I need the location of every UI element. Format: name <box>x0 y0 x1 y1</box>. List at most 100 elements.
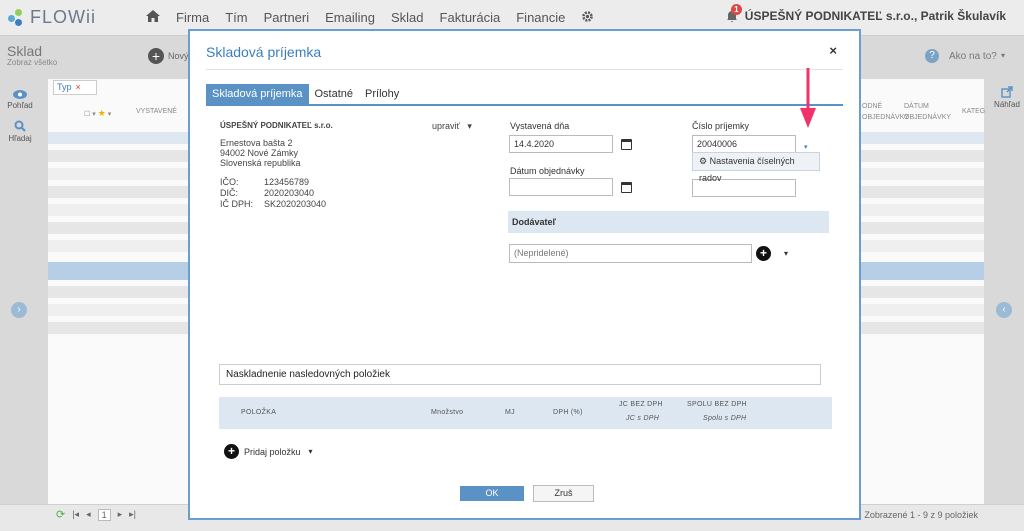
column-r1[interactable]: ODNÉ <box>862 103 882 110</box>
view-label: Pohľad <box>7 101 33 110</box>
user-menu[interactable]: 1 ÚSPEŠNÝ PODNIKATEĽ s.r.o., Patrik Škul… <box>725 4 1006 23</box>
tab-attachments[interactable]: Prílohy <box>359 84 405 104</box>
icdph-label: IČ DPH: <box>220 199 254 209</box>
notification-badge: 1 <box>730 4 742 15</box>
order-date-field[interactable] <box>509 178 613 196</box>
menu-partneri[interactable]: Partneri <box>264 10 310 25</box>
edit-company-button[interactable]: upraviť ▾ <box>432 121 472 132</box>
pager: ⟳ |◂ ◂ 1 ▸ ▸| <box>56 508 136 521</box>
col-unit: MJ <box>505 409 515 416</box>
menu-emailing[interactable]: Emailing <box>325 10 375 25</box>
supplier-header: Dodávateľ <box>508 211 829 233</box>
chevron-down-icon[interactable]: ▾ <box>804 143 808 151</box>
plus-icon: + <box>224 444 239 459</box>
calendar-icon[interactable] <box>621 139 632 150</box>
col-total: SPOLU BEZ DPH <box>687 401 747 408</box>
company-ids: IČO: 123456789 DIČ: 2020203040 IČ DPH: SK20… <box>220 177 326 210</box>
external-link-icon <box>1001 86 1013 98</box>
edit-label: upraviť <box>432 121 460 131</box>
ico-value: 123456789 <box>264 177 310 187</box>
menu-fakturacia[interactable]: Fakturácia <box>440 10 501 25</box>
shown-count: Zobrazené 1 - 9 z 9 položiek <box>864 510 978 520</box>
company-address: Ernestova bašta 2 94002 Nové Zámky Slove… <box>220 138 301 168</box>
logo[interactable]: FLOWii <box>8 7 96 28</box>
menu-firma[interactable]: Firma <box>176 10 209 25</box>
col-vat: DPH (%) <box>553 409 583 416</box>
dic-value: 2020203040 <box>264 188 315 198</box>
order-date-label: Dátum objednávky <box>510 166 585 176</box>
add-supplier-button[interactable]: + <box>756 246 771 261</box>
column-r3[interactable]: KATEG <box>962 108 985 115</box>
caret-down-icon: ▾ <box>467 121 472 131</box>
number-settings-menu[interactable]: ⚙ Nastavenia číselných radov <box>692 152 820 183</box>
view-button[interactable]: Pohľad <box>0 90 40 110</box>
column-r2[interactable]: DÁTUM <box>904 103 929 110</box>
search-icon <box>14 120 26 132</box>
issued-date-field[interactable]: 14.4.2020 <box>509 135 613 153</box>
issued-label: Vystavená dňa <box>510 121 570 131</box>
column-r1b[interactable]: OBJEDNÁVKY <box>862 114 909 121</box>
checkbox-header[interactable]: ☐ ▾ ★ ▾ <box>84 108 111 119</box>
receipt-number-field[interactable]: 20040006 <box>692 135 796 153</box>
ok-button[interactable]: OK <box>460 486 524 501</box>
menu-financie[interactable]: Financie <box>516 10 565 25</box>
refresh-icon[interactable]: ⟳ <box>56 508 65 521</box>
filter-chip-type[interactable]: Typ × <box>53 80 97 95</box>
new-label[interactable]: Nový <box>168 51 189 61</box>
menu-tim[interactable]: Tím <box>225 10 247 25</box>
chevron-left-icon[interactable]: ‹ <box>996 302 1012 318</box>
page-number[interactable]: 1 <box>97 508 111 521</box>
search-label: Hľadaj <box>8 134 32 143</box>
ico-label: IČO: <box>220 177 239 187</box>
help-label[interactable]: Ako na to? <box>949 51 997 62</box>
dic-label: DIČ: <box>220 188 238 198</box>
prev-page-icon[interactable]: ◂ <box>86 509 91 520</box>
next-page-icon[interactable]: ▸ <box>118 509 123 520</box>
main-menu: Firma Tím Partneri Emailing Sklad Faktur… <box>146 10 594 25</box>
add-item-button[interactable]: + Pridaj položku ▾ <box>224 444 313 459</box>
col-unit-price-vat: JC s DPH <box>626 415 660 422</box>
left-toolbar: Pohľad Hľadaj <box>0 80 40 504</box>
logo-text: FLOWii <box>30 7 96 27</box>
gear-icon: ⚙ <box>699 156 708 166</box>
column-issued[interactable]: VYSTAVENÉ <box>136 108 177 115</box>
tab-receipt[interactable]: Skladová príjemka <box>206 84 309 104</box>
col-qty: Množstvo <box>431 409 464 416</box>
new-button[interactable]: + <box>148 48 164 64</box>
menu-sklad[interactable]: Sklad <box>391 10 424 25</box>
chevron-down-icon[interactable]: ▾ <box>1001 51 1005 60</box>
last-page-icon[interactable]: ▸| <box>129 509 136 520</box>
col-total-vat: Spolu s DPH <box>703 415 747 422</box>
items-table-header: POLOŽKA Množstvo MJ DPH (%) JC BEZ DPH J… <box>219 397 832 429</box>
page-subtitle[interactable]: Zobraz všetko <box>7 58 57 67</box>
company-name: ÚSPEŠNÝ PODNIKATEĽ s.r.o. <box>220 121 333 130</box>
column-r2b[interactable]: OBJEDNÁVKY <box>904 114 951 121</box>
icdph-value: SK2020203040 <box>264 199 327 209</box>
cancel-button[interactable]: Zruš <box>533 485 594 502</box>
caret-down-icon[interactable]: ▾ <box>784 249 788 258</box>
logo-icon <box>8 8 26 27</box>
bell-icon[interactable]: 1 <box>725 4 742 23</box>
close-icon[interactable]: × <box>76 82 81 92</box>
help-icon[interactable]: ? <box>925 49 939 63</box>
stock-in-text[interactable]: Naskladnenie nasledovných položiek <box>219 364 821 385</box>
preview-button[interactable]: Náhľad <box>992 86 1022 109</box>
caret-down-icon[interactable]: ▾ <box>309 447 313 456</box>
receipt-modal: Skladová príjemka × Skladová príjemka Os… <box>188 29 861 520</box>
close-icon[interactable]: × <box>829 43 837 58</box>
first-page-icon[interactable]: |◂ <box>72 509 79 520</box>
search-button[interactable]: Hľadaj <box>0 120 40 143</box>
tab-other[interactable]: Ostatné <box>309 84 360 104</box>
modal-title: Skladová príjemka <box>206 44 322 60</box>
supplier-field[interactable]: (Nepridelené) <box>509 244 752 263</box>
divider <box>206 69 843 70</box>
annotation-arrow-icon <box>800 68 816 128</box>
star-icon: ★ <box>97 108 106 118</box>
gear-icon[interactable] <box>581 10 594 23</box>
preview-label: Náhľad <box>994 100 1020 109</box>
receipt-number-label: Číslo príjemky <box>692 121 750 131</box>
eye-icon <box>13 90 27 99</box>
chevron-right-icon[interactable]: › <box>11 302 27 318</box>
home-icon[interactable] <box>146 10 160 22</box>
calendar-icon[interactable] <box>621 182 632 193</box>
